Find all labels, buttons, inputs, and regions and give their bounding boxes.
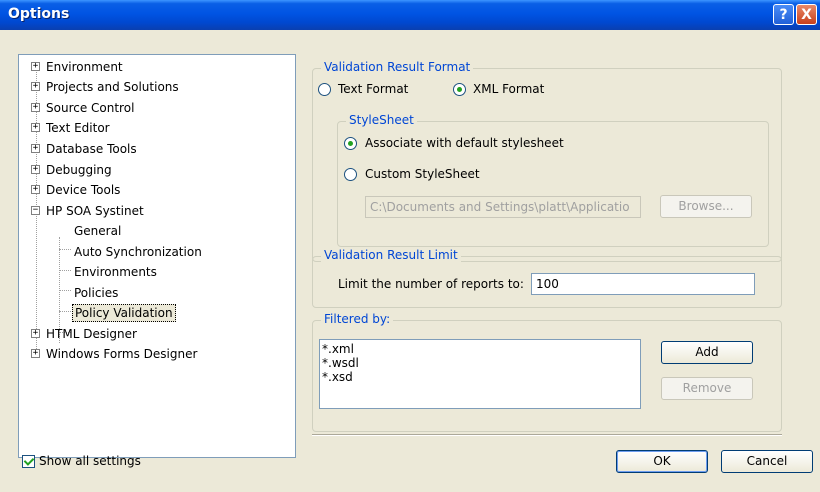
expand-icon[interactable]: + xyxy=(31,103,40,112)
tree-item-auto-synchronization[interactable]: Auto Synchronization xyxy=(19,243,289,261)
tree-item-label: Source Control xyxy=(46,101,135,115)
tree-item-device-tools[interactable]: + Device Tools xyxy=(19,181,289,199)
tree-item-label: HTML Designer xyxy=(46,327,137,341)
options-tree[interactable]: + Environment + Projects and Solutions +… xyxy=(18,54,296,458)
expand-icon[interactable]: + xyxy=(31,123,40,132)
expand-icon[interactable]: + xyxy=(31,62,40,71)
tree-item-label: Environments xyxy=(74,265,157,279)
dialog-body: + Environment + Projects and Solutions +… xyxy=(0,30,820,492)
tree-item-source-control[interactable]: + Source Control xyxy=(19,99,289,117)
xml-format-radio[interactable] xyxy=(453,83,466,96)
remove-button[interactable]: Remove xyxy=(661,377,753,400)
expand-icon[interactable]: + xyxy=(31,144,40,153)
custom-stylesheet-label[interactable]: Custom StyleSheet xyxy=(365,167,480,181)
window-title: Options xyxy=(8,6,70,22)
tree-item-hp-soa-systinet[interactable]: − HP SOA Systinet xyxy=(19,202,289,220)
tree-item-windows-forms-designer[interactable]: + Windows Forms Designer xyxy=(19,345,289,363)
tree-item-policy-validation[interactable]: Policy Validation xyxy=(19,304,289,322)
filter-list-item[interactable]: *.wsdl xyxy=(322,356,638,370)
tree-item-policies[interactable]: Policies xyxy=(19,284,289,302)
show-all-settings-label[interactable]: Show all settings xyxy=(39,454,141,468)
tree-item-label: Database Tools xyxy=(46,142,137,156)
show-all-settings-checkbox[interactable] xyxy=(22,455,35,468)
tree-item-environment[interactable]: + Environment xyxy=(19,58,289,76)
filter-group: Filtered by: *.xml *.wsdl *.xsd Add Remo… xyxy=(312,312,782,432)
tree-item-projects-and-solutions[interactable]: + Projects and Solutions xyxy=(19,78,289,96)
tree-item-environments[interactable]: Environments xyxy=(19,263,289,281)
text-format-radio[interactable] xyxy=(318,83,331,96)
filter-list-item[interactable]: *.xml xyxy=(322,342,638,356)
stylesheet-path-field[interactable]: C:\Documents and Settings\platt\Applicat… xyxy=(365,196,641,218)
expand-icon[interactable]: + xyxy=(31,82,40,91)
browse-button[interactable]: Browse... xyxy=(660,195,752,218)
tree-item-label: General xyxy=(74,224,122,238)
tree-item-label: Environment xyxy=(46,60,123,74)
format-group-title: Validation Result Format xyxy=(321,60,474,74)
filter-list[interactable]: *.xml *.wsdl *.xsd xyxy=(319,339,641,409)
text-format-label[interactable]: Text Format xyxy=(338,82,408,96)
limit-group-title: Validation Result Limit xyxy=(321,248,461,262)
ok-button[interactable]: OK xyxy=(616,450,708,473)
tree-item-label: Text Editor xyxy=(46,121,110,135)
limit-input[interactable]: 100 xyxy=(531,273,755,295)
separator xyxy=(312,434,782,436)
expand-icon[interactable]: + xyxy=(31,165,40,174)
tree-item-database-tools[interactable]: + Database Tools xyxy=(19,140,289,158)
tree-item-label: Projects and Solutions xyxy=(46,80,179,94)
stylesheet-group-title: StyleSheet xyxy=(346,113,417,127)
tree-item-label: Windows Forms Designer xyxy=(46,347,198,361)
tree-item-label: Debugging xyxy=(46,163,112,177)
tree-item-label: Policies xyxy=(74,286,119,300)
filter-group-title: Filtered by: xyxy=(321,312,394,326)
help-button[interactable]: ? xyxy=(773,4,794,25)
cancel-button[interactable]: Cancel xyxy=(721,450,813,473)
stylesheet-group: StyleSheet Associate with default styles… xyxy=(337,113,769,247)
default-stylesheet-radio[interactable] xyxy=(344,137,357,150)
add-button[interactable]: Add xyxy=(661,341,753,364)
close-button[interactable]: X xyxy=(796,4,817,25)
tree-item-label: Device Tools xyxy=(46,183,121,197)
collapse-icon[interactable]: − xyxy=(31,206,40,215)
format-group: Validation Result Format Text Format XML… xyxy=(312,60,782,262)
limit-group: Validation Result Limit Limit the number… xyxy=(312,248,782,308)
tree-item-label: HP SOA Systinet xyxy=(46,204,144,218)
expand-icon[interactable]: + xyxy=(31,185,40,194)
xml-format-label[interactable]: XML Format xyxy=(473,82,544,96)
tree-item-label: Auto Synchronization xyxy=(74,245,202,259)
limit-label: Limit the number of reports to: xyxy=(338,277,524,291)
custom-stylesheet-radio[interactable] xyxy=(344,168,357,181)
tree-item-html-designer[interactable]: + HTML Designer xyxy=(19,325,289,343)
tree-item-text-editor[interactable]: + Text Editor xyxy=(19,119,289,137)
expand-icon[interactable]: + xyxy=(31,329,40,338)
default-stylesheet-label[interactable]: Associate with default stylesheet xyxy=(365,136,564,150)
tree-item-label: Policy Validation xyxy=(72,304,176,322)
filter-list-item[interactable]: *.xsd xyxy=(322,370,638,384)
tree-item-general[interactable]: General xyxy=(19,222,289,240)
title-bar: Options ? X xyxy=(0,0,820,30)
tree-item-debugging[interactable]: + Debugging xyxy=(19,161,289,179)
expand-icon[interactable]: + xyxy=(31,349,40,358)
